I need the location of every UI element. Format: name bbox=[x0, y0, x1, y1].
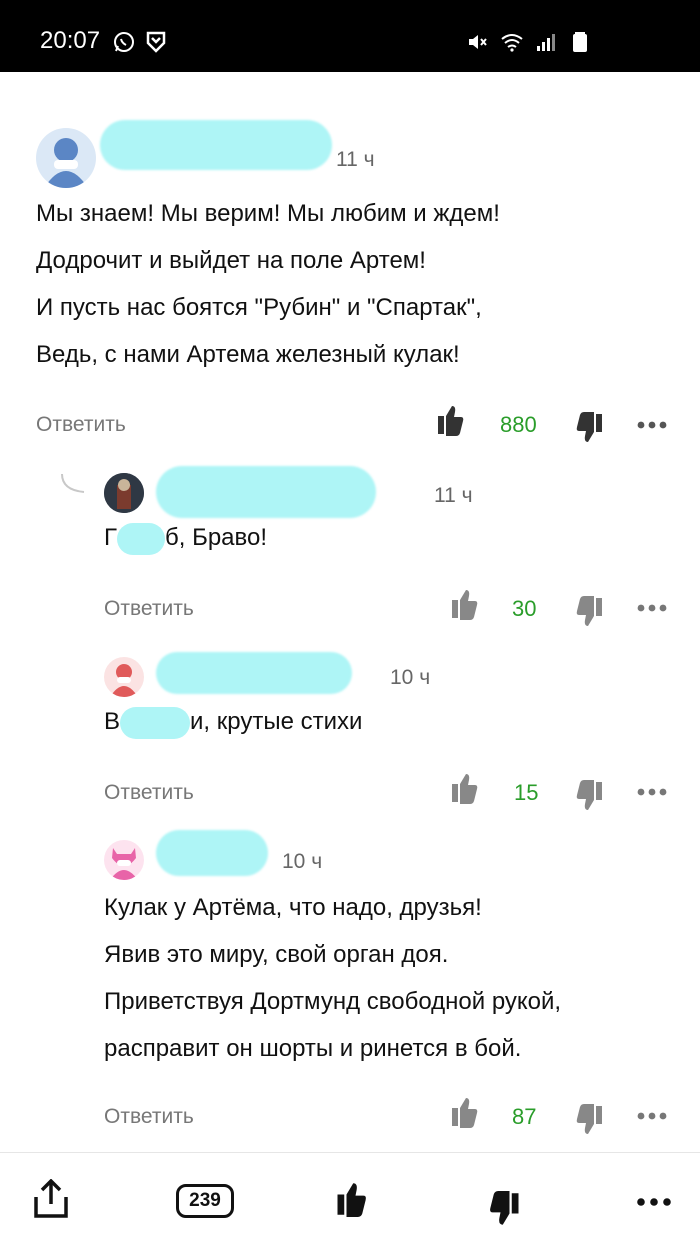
comment-time: 11 ч bbox=[434, 484, 473, 507]
avatar[interactable] bbox=[104, 473, 144, 513]
whatsapp-icon bbox=[114, 32, 134, 52]
more-icon[interactable] bbox=[636, 1111, 668, 1121]
thumbs-down-icon[interactable] bbox=[576, 1104, 604, 1136]
thumbs-up-icon[interactable] bbox=[436, 404, 464, 436]
share-icon[interactable] bbox=[32, 1179, 70, 1219]
comment-text: Мы знаем! Мы верим! Мы любим и ждем! Дод… bbox=[36, 200, 500, 368]
like-count: 880 bbox=[500, 412, 537, 437]
reply-thread-icon bbox=[61, 473, 85, 493]
avatar[interactable] bbox=[104, 657, 144, 697]
comment-time: 10 ч bbox=[282, 850, 323, 873]
comment-text: Кулак у Артёма, что надо, друзья! Явив э… bbox=[104, 894, 562, 1062]
thumbs-down-icon[interactable] bbox=[576, 412, 604, 444]
bottom-toolbar: 239 bbox=[0, 1152, 700, 1243]
thumbs-up-icon[interactable] bbox=[450, 588, 478, 620]
more-icon[interactable] bbox=[636, 603, 668, 613]
thumbs-up-icon[interactable] bbox=[450, 772, 478, 804]
like-count: 87 bbox=[512, 1104, 537, 1129]
comment-text: Ви, крутые стихи bbox=[104, 698, 362, 745]
author-name[interactable] bbox=[156, 466, 376, 518]
mute-icon bbox=[469, 35, 487, 49]
avatar[interactable] bbox=[36, 128, 96, 188]
like-count: 30 bbox=[512, 596, 537, 621]
thumbs-up-icon[interactable] bbox=[450, 1096, 478, 1128]
status-bar: 20:07 bbox=[0, 0, 700, 72]
signal-icon bbox=[537, 34, 555, 51]
like-count: 15 bbox=[514, 780, 539, 805]
thumbs-up-icon[interactable] bbox=[334, 1181, 368, 1217]
thumbs-down-icon[interactable] bbox=[576, 780, 604, 812]
more-icon[interactable] bbox=[636, 1197, 672, 1207]
author-name[interactable] bbox=[156, 652, 352, 694]
status-time: 20:07 bbox=[40, 27, 101, 54]
comment-time: 11 ч bbox=[336, 148, 375, 171]
author-name[interactable] bbox=[100, 120, 332, 170]
thumbs-down-icon[interactable] bbox=[488, 1191, 522, 1227]
redacted-text bbox=[120, 706, 191, 739]
comments-count-button[interactable]: 239 bbox=[176, 1184, 234, 1218]
reply-button[interactable]: Ответить bbox=[104, 597, 194, 621]
shield-icon bbox=[146, 31, 166, 53]
thumbs-down-icon[interactable] bbox=[576, 596, 604, 628]
battery-icon bbox=[573, 32, 587, 52]
comment-time: 10 ч bbox=[390, 666, 431, 689]
reply-button[interactable]: Ответить bbox=[36, 413, 126, 437]
avatar[interactable] bbox=[104, 840, 144, 880]
more-icon[interactable] bbox=[636, 420, 668, 430]
reply-button[interactable]: Ответить bbox=[104, 1105, 194, 1129]
author-name[interactable] bbox=[156, 830, 268, 876]
redacted-text bbox=[117, 522, 165, 555]
comment-text: Гб, Браво! bbox=[104, 514, 267, 561]
wifi-icon bbox=[501, 34, 523, 52]
more-icon[interactable] bbox=[636, 787, 668, 797]
reply-button[interactable]: Ответить bbox=[104, 781, 194, 805]
